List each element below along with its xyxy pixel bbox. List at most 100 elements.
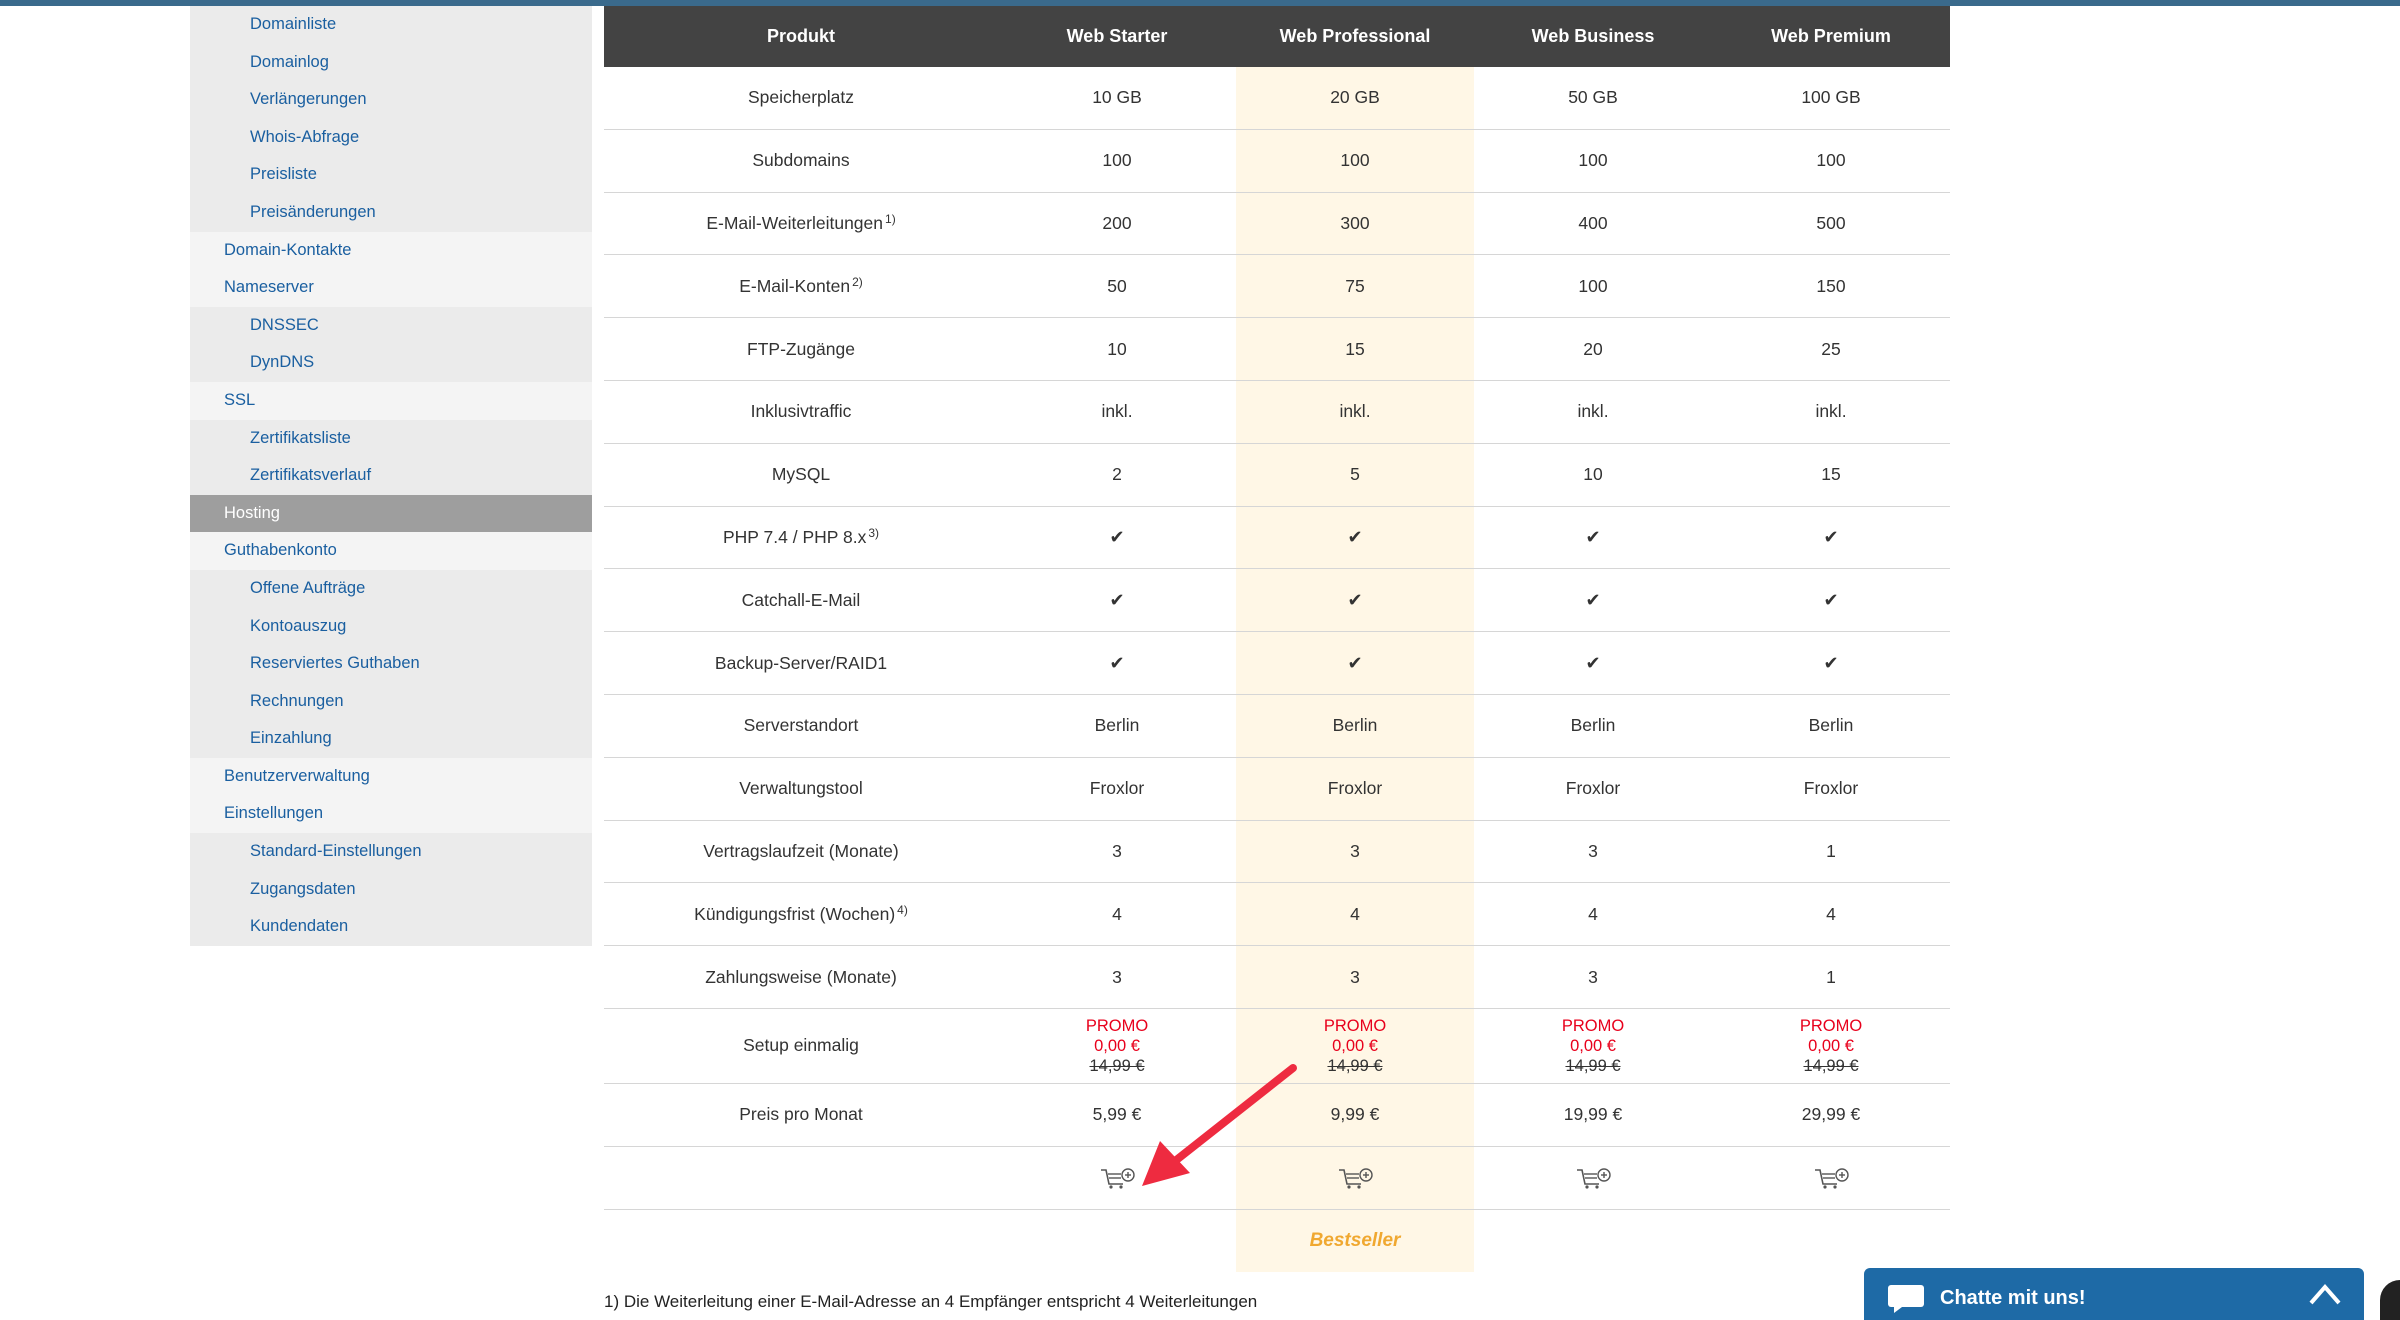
- bestseller-badge: Bestseller: [1236, 1209, 1474, 1272]
- sidebar-item-benutzerverwaltung[interactable]: Benutzerverwaltung: [190, 757, 592, 796]
- header-plan: Web Starter: [1066, 26, 1168, 46]
- sidebar-item-kontoauszug[interactable]: Kontoauszug: [190, 607, 592, 646]
- table-cell: Berlin: [1808, 715, 1854, 736]
- table-cell: 1: [1826, 966, 1836, 987]
- setup-price-cell: PROMO 0,00 €14,99 €: [1712, 1009, 1950, 1083]
- chevron-up-icon[interactable]: [2308, 1282, 2342, 1306]
- sidebar-item-zertifikatsliste[interactable]: Zertifikatsliste: [190, 419, 592, 458]
- table-row: Vertragslaufzeit (Monate) 3 3 3 1: [604, 820, 1950, 884]
- sidebar-item-reserviertes-guthaben[interactable]: Reserviertes Guthaben: [190, 645, 592, 683]
- add-to-cart-icon[interactable]: [1712, 1147, 1950, 1209]
- sidebar-item-hosting[interactable]: Hosting: [190, 494, 592, 533]
- row-label: Zahlungsweise (Monate): [604, 946, 998, 1008]
- promo-price: 0,00 €: [1808, 1036, 1854, 1055]
- sidebar-item-zertifikatsverlauf[interactable]: Zertifikatsverlauf: [190, 457, 592, 495]
- setup-price-cell: PROMO 0,00 €14,99 €: [1474, 1009, 1712, 1083]
- table-cell: inkl.: [1815, 401, 1847, 422]
- row-label-text: Verwaltungstool: [739, 778, 863, 799]
- table-cell: 3: [1588, 966, 1598, 987]
- row-label: Vertragslaufzeit (Monate): [604, 821, 998, 883]
- sidebar-item-zugangsdaten[interactable]: Zugangsdaten: [190, 870, 592, 909]
- sidebar-item-nameserver[interactable]: Nameserver: [190, 269, 592, 307]
- row-label: PHP 7.4 / PHP 8.x 3): [604, 507, 998, 569]
- table-body: Speicherplatz 10 GB 20 GB 50 GB 100 GB Subdom…: [604, 67, 1950, 1009]
- table-cell: 4: [1236, 883, 1474, 946]
- check-icon: ✔: [1236, 569, 1474, 632]
- sidebar-item-domainlog[interactable]: Domainlog: [190, 43, 592, 82]
- sidebar-item-whois-abfrage[interactable]: Whois-Abfrage: [190, 118, 592, 157]
- sidebar-item-ssl[interactable]: SSL: [190, 381, 592, 420]
- table-row: Kündigungsfrist (Wochen) 4) 4 4 4 4: [604, 883, 1950, 947]
- add-to-cart-icon[interactable]: [1474, 1147, 1712, 1209]
- header-plan: Web Premium: [1771, 26, 1891, 46]
- table-cell: 15: [1236, 318, 1474, 380]
- table-row: E-Mail-Weiterleitungen 1) 200 300 400 500: [604, 192, 1950, 256]
- table-cell: Froxlor: [1803, 778, 1859, 799]
- row-label-text: Zahlungsweise (Monate): [705, 966, 897, 987]
- sidebar-item-preisliste[interactable]: Preisliste: [190, 156, 592, 194]
- red-arrow-annotation: [1142, 1064, 1297, 1186]
- table-cell: 3: [1236, 946, 1474, 1008]
- check-icon: ✔: [1585, 526, 1601, 547]
- header-plan: Web Business: [1531, 26, 1655, 46]
- table-cell: 15: [1821, 464, 1841, 485]
- table-row: Subdomains 100 100 100 100: [604, 129, 1950, 193]
- monthly-price: 19,99 €: [1563, 1104, 1623, 1125]
- table-cell: Froxlor: [1089, 778, 1145, 799]
- sidebar-item-domain-kontakte[interactable]: Domain-Kontakte: [190, 231, 592, 270]
- table-cell: 4: [1112, 903, 1122, 924]
- table-header-row: Produkt Web Starter Web Professional Web Bu…: [604, 6, 1950, 67]
- table-cell: Froxlor: [1236, 757, 1474, 820]
- sidebar-item-offene-aufträge[interactable]: Offene Aufträge: [190, 569, 592, 608]
- sidebar-item-preisänderungen[interactable]: Preisänderungen: [190, 193, 592, 232]
- promo-price: 0,00 €: [1570, 1036, 1616, 1055]
- table-cell: 3: [1112, 840, 1122, 861]
- row-label-text: MySQL: [771, 464, 831, 485]
- promo-label: PROMO: [1085, 1016, 1149, 1035]
- table-cell: inkl.: [1236, 380, 1474, 443]
- row-label-text: Inklusivtraffic: [750, 401, 852, 422]
- sidebar-item-verlängerungen[interactable]: Verlängerungen: [190, 81, 592, 119]
- sidebar-item-dyndns[interactable]: DynDNS: [190, 344, 592, 382]
- table-cell: 4: [1826, 903, 1836, 924]
- table-cell: Berlin: [1570, 715, 1616, 736]
- table-cell: 2: [1112, 464, 1122, 485]
- sidebar-item-guthabenkonto[interactable]: Guthabenkonto: [190, 532, 592, 570]
- row-label-text: E-Mail-Konten: [739, 275, 851, 296]
- promo-label: PROMO: [1799, 1016, 1863, 1035]
- sidebar-item-standard-einstellungen[interactable]: Standard-Einstellungen: [190, 833, 592, 871]
- table-cell: 500: [1816, 212, 1846, 233]
- table-cell: 100: [1578, 275, 1608, 296]
- old-price: 14,99 €: [1327, 1056, 1383, 1075]
- table-cell: 5: [1236, 443, 1474, 506]
- old-price: 14,99 €: [1565, 1056, 1621, 1075]
- promo-price: 0,00 €: [1094, 1036, 1140, 1055]
- check-icon: ✔: [1109, 589, 1125, 610]
- promo-label: PROMO: [1561, 1016, 1625, 1035]
- check-icon: ✔: [1823, 652, 1839, 673]
- sidebar-item-einzahlung[interactable]: Einzahlung: [190, 720, 592, 758]
- header-plan: Web Professional: [1279, 26, 1431, 46]
- table-row: Zahlungsweise (Monate) 3 3 3 1: [604, 946, 1950, 1009]
- sidebar-item-domainliste[interactable]: Domainliste: [190, 6, 592, 44]
- row-label-text: Vertragslaufzeit (Monate): [703, 840, 899, 861]
- table-row: MySQL 2 5 10 15: [604, 443, 1950, 507]
- table-cell: 300: [1236, 192, 1474, 255]
- sidebar-item-einstellungen[interactable]: Einstellungen: [190, 795, 592, 834]
- footnote-marker: 1): [885, 212, 896, 227]
- sidebar-item-rechnungen[interactable]: Rechnungen: [190, 682, 592, 721]
- table-cell: 50 GB: [1568, 87, 1618, 108]
- row-label: MySQL: [604, 444, 998, 506]
- row-label: Setup einmalig: [743, 1035, 859, 1056]
- check-icon: ✔: [1109, 526, 1125, 547]
- table-row: FTP-Zugänge 10 15 20 25: [604, 318, 1950, 381]
- sidebar-item-kundendaten[interactable]: Kundendaten: [190, 908, 592, 946]
- footnote-marker: 4): [897, 903, 908, 918]
- table-row: Verwaltungstool Froxlor Froxlor Froxlor Frox…: [604, 757, 1950, 821]
- table-row: E-Mail-Konten 2) 50 75 100 150: [604, 255, 1950, 319]
- chat-widget[interactable]: Chatte mit uns!: [1864, 1268, 2364, 1320]
- check-icon: ✔: [1236, 506, 1474, 569]
- row-label: Serverstandort: [604, 695, 998, 757]
- table-cell: 3: [1112, 966, 1122, 987]
- sidebar-item-dnssec[interactable]: DNSSEC: [190, 306, 592, 345]
